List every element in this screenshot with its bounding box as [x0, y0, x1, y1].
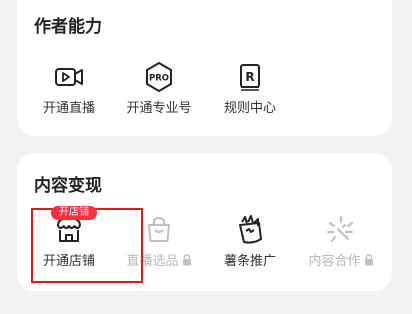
fries-promotion-label: 薯条推广: [223, 254, 276, 269]
content-collaboration-label: 内容合作: [308, 254, 361, 269]
rules-center-label: 规则中心: [223, 101, 276, 116]
content-collaboration-button[interactable]: 内容合作: [295, 213, 387, 269]
open-pro-account-label: 开通专业号: [126, 101, 192, 116]
open-pro-account-button[interactable]: PRO 开通专业号: [113, 60, 205, 116]
pro-badge-icon: PRO: [146, 62, 172, 92]
sparkle-icon: [326, 215, 354, 243]
lock-icon: [364, 254, 373, 266]
content-monetization-title: 内容变现: [34, 176, 102, 196]
rules-center-button[interactable]: R 规则中心: [204, 60, 296, 116]
fries-promotion-button[interactable]: 薯条推广: [204, 213, 296, 269]
open-live-button[interactable]: 开通直播: [23, 60, 115, 116]
lock-icon: [182, 254, 191, 266]
rules-icon: R: [240, 64, 260, 91]
shopping-bag-icon: [148, 217, 170, 242]
svg-text:PRO: PRO: [149, 74, 169, 84]
live-video-icon: [55, 68, 83, 86]
open-store-badge: 开店铺: [51, 206, 97, 220]
open-live-label: 开通直播: [42, 101, 95, 116]
author-abilities-title: 作者能力: [34, 17, 102, 37]
author-abilities-card: 作者能力 开通直播 PRO 开通专业号 R 规则中心: [17, 0, 392, 136]
fries-icon: [239, 215, 262, 244]
svg-text:R: R: [245, 70, 254, 84]
